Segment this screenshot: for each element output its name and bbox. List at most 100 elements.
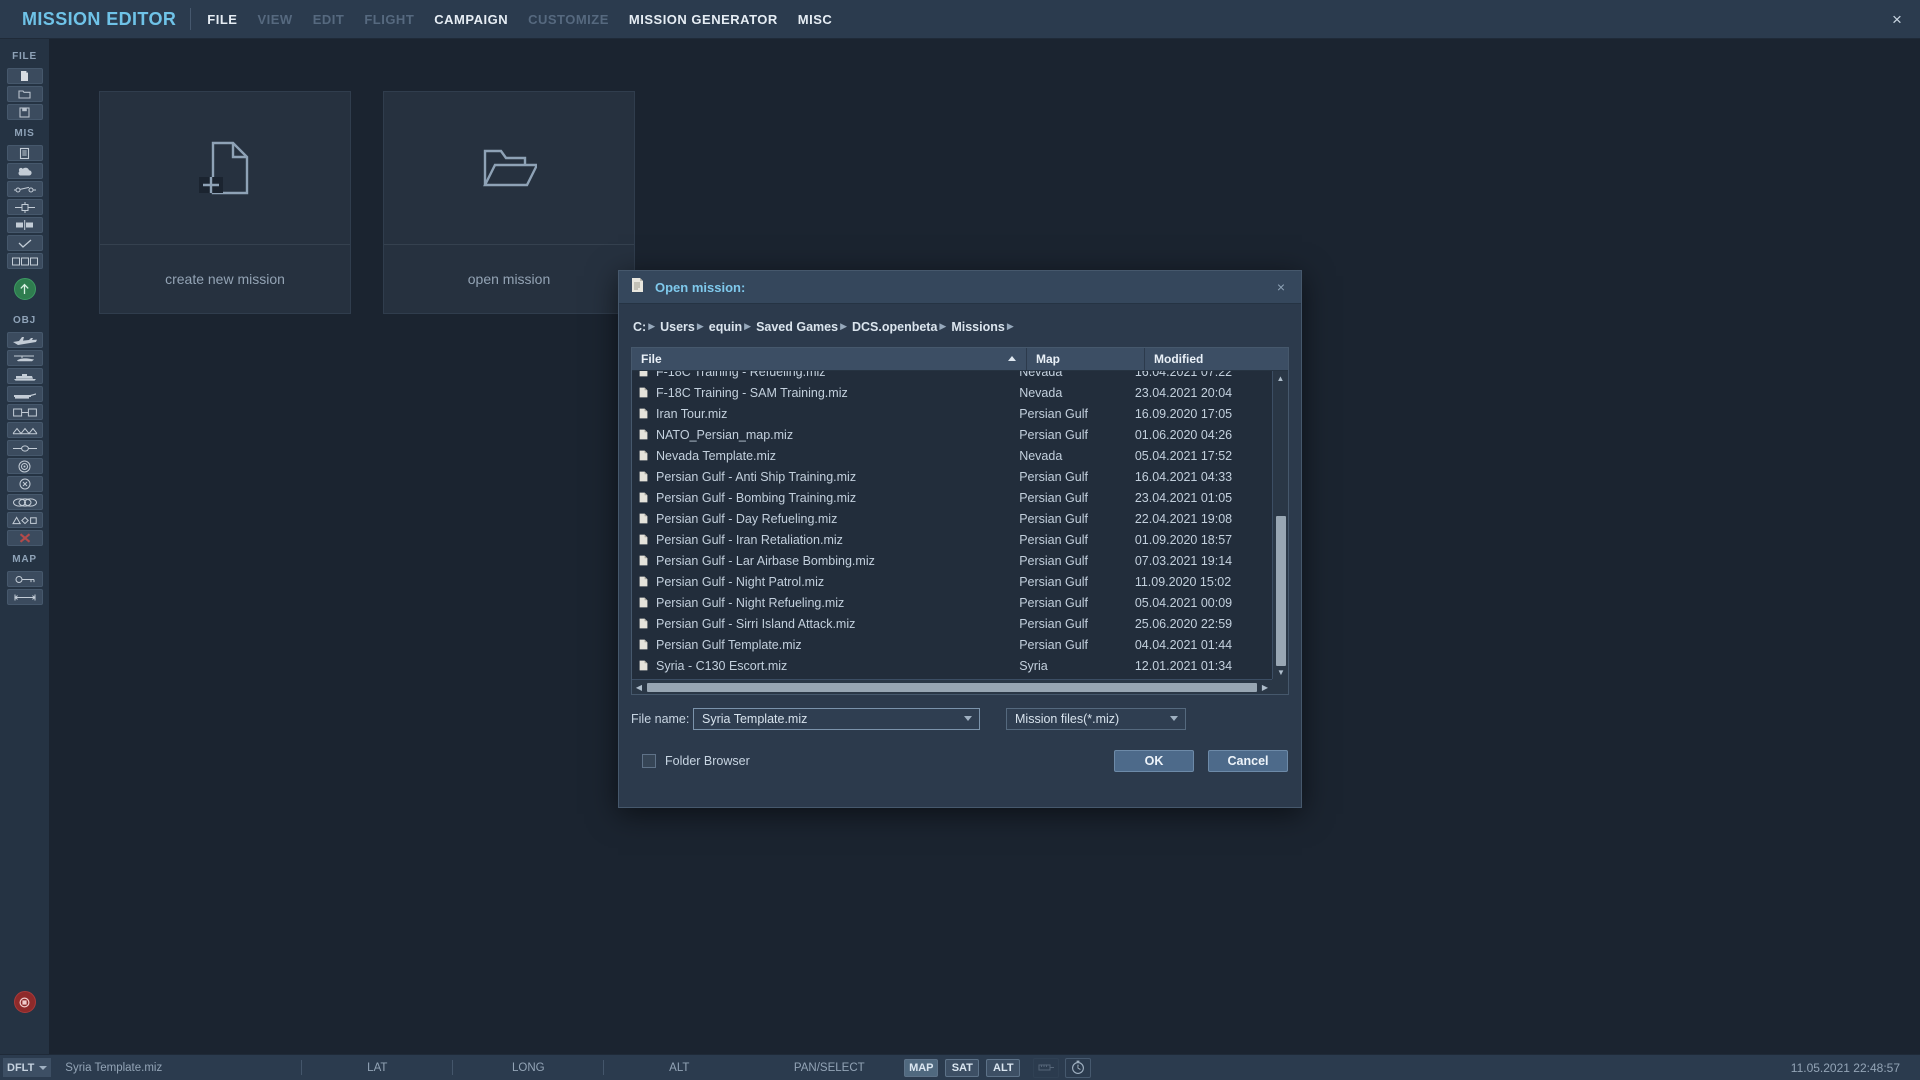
open-mission-card[interactable]: open mission — [383, 91, 635, 314]
breadcrumb-item[interactable]: equin — [709, 320, 742, 334]
route-icon[interactable] — [6, 440, 43, 456]
panels-icon[interactable] — [6, 253, 43, 269]
file-row[interactable]: Persian Gulf Template.miz Persian Gulf 04.… — [632, 634, 1272, 655]
file-row[interactable]: Iran Tour.miz Persian Gulf 16.09.2020 17:0… — [632, 403, 1272, 424]
horizontal-scroll-thumb[interactable] — [647, 682, 1257, 692]
file-row[interactable]: Persian Gulf - Bombing Training.miz Persi… — [632, 487, 1272, 508]
cancel-target-icon[interactable] — [6, 476, 43, 492]
file-modified: 23.04.2021 20:04 — [1134, 385, 1233, 400]
record-icon[interactable] — [13, 991, 36, 1013]
structure-icon[interactable] — [6, 404, 43, 420]
breadcrumb-item[interactable]: Missions — [951, 320, 1005, 334]
breadcrumb-separator-icon: ▶ — [696, 321, 704, 331]
dialog-close-button[interactable]: × — [1269, 275, 1293, 299]
file-modified: 04.04.2021 01:44 — [1134, 637, 1233, 652]
file-row[interactable]: Persian Gulf - Anti Ship Training.miz Per… — [632, 466, 1272, 487]
file-row[interactable]: Persian Gulf - Lar Airbase Bombing.miz Pe… — [632, 550, 1272, 571]
scroll-down-icon[interactable]: ▼ — [1273, 665, 1288, 679]
file-row[interactable]: Persian Gulf - Night Patrol.miz Persian G… — [632, 571, 1272, 592]
file-row[interactable]: Persian Gulf - Night Refueling.miz Persia… — [632, 592, 1272, 613]
open-folder-icon[interactable] — [6, 86, 43, 102]
status-mode: PAN/SELECT — [793, 1061, 865, 1074]
filename-input[interactable]: Syria Template.miz — [693, 708, 980, 730]
window-close-button[interactable]: × — [1874, 0, 1920, 39]
file-row[interactable]: Syria - C130 Escort.miz Syria 12.01.2021 0… — [632, 655, 1272, 676]
file-list-rows[interactable]: F-18C Training - Refueling.miz Nevada 16.0… — [632, 371, 1272, 679]
scroll-left-icon[interactable]: ◀ — [632, 683, 646, 692]
file-row-name-cell: NATO_Persian_map.miz — [632, 428, 1019, 442]
column-header-file-label: File — [641, 352, 662, 366]
shapes-icon[interactable] — [6, 512, 43, 528]
menu-item-customize: CUSTOMIZE — [528, 11, 609, 27]
delete-icon[interactable] — [6, 530, 43, 546]
map-toggle-map[interactable]: MAP — [904, 1058, 939, 1077]
file-row[interactable]: NATO_Persian_map.miz Persian Gulf 01.06.20… — [632, 424, 1272, 445]
menu-item-misc[interactable]: MISC — [798, 0, 833, 39]
folder-browser-checkbox[interactable]: Folder Browser — [642, 754, 750, 768]
file-row[interactable]: Persian Gulf - Day Refueling.miz Persian … — [632, 508, 1272, 529]
file-map: Persian Gulf — [1019, 406, 1088, 421]
file-list: File Map Modified F-18C Training - Refue… — [631, 347, 1289, 695]
file-row[interactable]: Persian Gulf - Iran Retaliation.miz Persi… — [632, 529, 1272, 550]
vehicle-icon[interactable] — [6, 386, 43, 402]
waypoint-icon[interactable] — [6, 199, 43, 215]
breadcrumb-separator-icon: ▶ — [939, 321, 947, 331]
vertical-scrollbar[interactable]: ▲ ▼ — [1272, 371, 1288, 679]
weather-icon[interactable] — [6, 163, 43, 179]
vertical-scroll-thumb[interactable] — [1276, 516, 1286, 666]
scroll-right-icon[interactable]: ▶ — [1258, 683, 1272, 692]
file-row-name-cell: Persian Gulf - Night Patrol.miz — [632, 575, 1019, 589]
file-row-name-cell: Persian Gulf - Night Refueling.miz — [632, 596, 1019, 610]
target-icon[interactable] — [6, 458, 43, 474]
upload-mission-icon[interactable] — [13, 278, 36, 300]
breadcrumb-item[interactable]: DCS.openbeta — [852, 320, 937, 334]
ship-icon[interactable] — [6, 368, 43, 384]
new-file-icon[interactable] — [6, 68, 43, 84]
briefing-icon[interactable] — [6, 145, 43, 161]
column-header-modified[interactable]: Modified — [1145, 348, 1285, 370]
column-header-file[interactable]: File — [632, 348, 1027, 370]
breadcrumb-item[interactable]: Users — [660, 320, 695, 334]
create-new-mission-card[interactable]: create new mission — [99, 91, 351, 314]
horizontal-scrollbar[interactable]: ◀ ▶ — [632, 679, 1272, 694]
failures-icon[interactable] — [6, 217, 43, 233]
file-row[interactable]: F-18C Training - Refueling.miz Nevada 16.0… — [632, 371, 1272, 382]
file-name: Iran Tour.miz — [656, 406, 728, 421]
scrollbar-corner — [1272, 679, 1288, 694]
clock-tool-icon[interactable] — [1065, 1057, 1092, 1078]
cancel-button[interactable]: Cancel — [1208, 750, 1288, 772]
filetype-select[interactable]: Mission files(*.miz) — [1006, 708, 1186, 730]
file-name: Syria - C130 Escort.miz — [656, 658, 788, 673]
menu-item-file[interactable]: FILE — [207, 0, 237, 39]
menu-item-mission-generator[interactable]: MISSION GENERATOR — [629, 0, 778, 39]
helicopter-icon[interactable] — [6, 350, 43, 366]
key-icon[interactable] — [6, 571, 43, 587]
ruler-tool-icon[interactable] — [1033, 1057, 1060, 1078]
file-list-header: File Map Modified — [632, 348, 1288, 371]
file-row[interactable]: Nevada Template.miz Nevada 05.04.2021 17:5… — [632, 445, 1272, 466]
breadcrumb-item[interactable]: C: — [633, 320, 646, 334]
preset-dropdown[interactable]: DFLT — [3, 1058, 52, 1077]
map-toggle-sat[interactable]: SAT — [945, 1058, 980, 1077]
breadcrumb-item[interactable]: Saved Games — [756, 320, 838, 334]
file-name: NATO_Persian_map.miz — [656, 427, 794, 442]
file-row[interactable]: Persian Gulf - Sirri Island Attack.miz Pe… — [632, 613, 1272, 634]
menu-item-campaign[interactable]: CAMPAIGN — [434, 0, 508, 39]
ok-button[interactable]: OK — [1114, 750, 1194, 772]
zones-icon[interactable] — [6, 494, 43, 510]
file-modified: 11.09.2020 15:02 — [1134, 574, 1232, 589]
dialog-title-bar[interactable]: Open mission: × — [619, 271, 1301, 304]
save-disk-icon[interactable] — [6, 104, 43, 120]
map-toggle-alt[interactable]: ALT — [986, 1058, 1021, 1077]
file-name: Persian Gulf - Night Refueling.miz — [656, 595, 845, 610]
breadcrumb: C: ▶ Users ▶ equin ▶ Saved Games ▶ DCS.openbeta ▶… — [631, 314, 1289, 339]
validate-icon[interactable] — [6, 235, 43, 251]
column-header-map[interactable]: Map — [1027, 348, 1145, 370]
file-row[interactable]: F-18C Training - SAM Training.miz Nevada 2… — [632, 382, 1272, 403]
chevron-down-icon — [964, 716, 972, 721]
scroll-up-icon[interactable]: ▲ — [1273, 371, 1288, 385]
airplane-icon[interactable] — [6, 332, 43, 348]
trigger-icon[interactable] — [6, 181, 43, 197]
ruler-icon[interactable] — [6, 589, 43, 605]
static-icon[interactable] — [6, 422, 43, 438]
